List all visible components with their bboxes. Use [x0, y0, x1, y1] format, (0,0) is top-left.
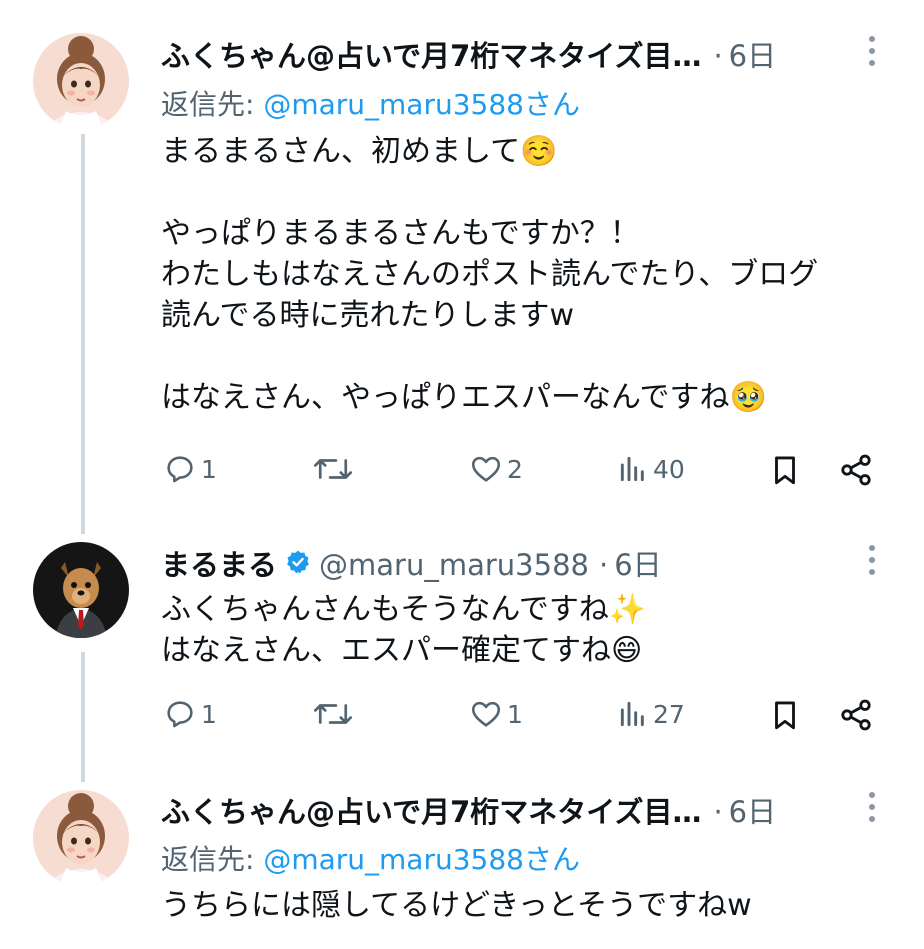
- text-line: まるまるさん、初めまして☺️: [161, 134, 558, 169]
- avatar-fukuchan-image: [33, 33, 129, 129]
- avatar-marumaru[interactable]: [33, 542, 129, 638]
- tweet-2-header: まるまる @maru_maru3588 · 6日: [161, 542, 662, 584]
- like-icon: [471, 456, 501, 482]
- repost-icon: [313, 459, 353, 479]
- avatar-marumaru-image: [33, 542, 129, 638]
- share-button[interactable]: [838, 697, 874, 733]
- avatar-fukuchan[interactable]: [33, 790, 129, 886]
- text-line: はなえさん、エスパー確定てすね😄: [161, 633, 643, 668]
- views-icon: [620, 456, 644, 482]
- reply-to-link[interactable]: @maru_maru3588さん: [263, 843, 580, 876]
- text-line: うちらには隠してるけどきっとそうですねw: [161, 888, 752, 923]
- separator-dot: ·: [713, 39, 723, 73]
- display-name[interactable]: ふくちゃん@占いで月7桁マネタイズ目…: [161, 33, 701, 75]
- verified-badge-icon: [287, 550, 309, 574]
- bookmark-button[interactable]: [768, 697, 802, 733]
- reply-prefix: 返信先:: [161, 88, 255, 121]
- like-icon: [471, 701, 501, 727]
- bookmark-icon: [775, 701, 795, 730]
- reply-icon: [167, 701, 193, 728]
- tweet-1-text: まるまるさん、初めまして☺️ やっぱりまるまるさんもですか？！ わたしもはなえさ…: [161, 131, 818, 418]
- views-button[interactable]: 27: [617, 697, 685, 731]
- reply-count: 1: [201, 454, 217, 484]
- views-count: 27: [653, 699, 685, 729]
- share-icon: [841, 699, 871, 731]
- timestamp[interactable]: 6日: [729, 789, 776, 831]
- replying-to: 返信先: @maru_maru3588さん: [161, 838, 580, 878]
- repost-button[interactable]: [313, 452, 353, 486]
- tweet-1-header: ふくちゃん@占いで月7桁マネタイズ目… · 6日: [161, 33, 776, 75]
- bookmark-button[interactable]: [768, 452, 802, 488]
- reply-prefix: 返信先:: [161, 843, 255, 876]
- avatar-fukuchan-image: [33, 790, 129, 886]
- share-button[interactable]: [838, 452, 874, 488]
- text-line: 読んでる時に売れたりしますw: [161, 298, 575, 333]
- timestamp[interactable]: 6日: [729, 33, 776, 75]
- tweet-1-actions: 1 2 40: [0, 452, 924, 492]
- repost-icon: [313, 704, 353, 724]
- like-count: 1: [507, 699, 523, 729]
- replying-to: 返信先: @maru_maru3588さん: [161, 83, 580, 123]
- display-name[interactable]: ふくちゃん@占いで月7桁マネタイズ目…: [161, 789, 701, 831]
- text-line: ふくちゃんさんもそうなんですね✨: [161, 592, 647, 627]
- like-button[interactable]: 1: [469, 697, 523, 731]
- views-button[interactable]: 40: [617, 452, 685, 486]
- more-vertical-icon[interactable]: [866, 792, 878, 822]
- reply-count: 1: [201, 699, 217, 729]
- display-name[interactable]: まるまる: [161, 542, 277, 584]
- share-icon: [841, 454, 871, 486]
- like-button[interactable]: 2: [469, 452, 523, 486]
- text-line: やっぱりまるまるさんもですか？！: [161, 216, 640, 251]
- tweet-2-text: ふくちゃんさんもそうなんですね✨ はなえさん、エスパー確定てすね😄: [161, 589, 646, 671]
- repost-button[interactable]: [313, 697, 353, 731]
- timestamp[interactable]: 6日: [614, 542, 661, 584]
- views-count: 40: [653, 454, 685, 484]
- text-line: わたしもはなえさんのポスト読んでたり、ブログ: [161, 257, 819, 292]
- separator-dot: ·: [598, 548, 609, 582]
- text-line: はなえさん、やっぱりエスパーなんですね🥹: [161, 380, 767, 415]
- user-handle[interactable]: @maru_maru3588: [319, 548, 589, 582]
- tweet-3-text: うちらには隠してるけどきっとそうですねw: [161, 885, 752, 926]
- avatar-fukuchan[interactable]: [33, 33, 129, 129]
- reply-icon: [167, 456, 193, 483]
- more-vertical-icon[interactable]: [866, 545, 878, 575]
- more-vertical-icon[interactable]: [866, 36, 878, 66]
- views-icon: [620, 701, 644, 727]
- like-count: 2: [507, 454, 523, 484]
- reply-to-link[interactable]: @maru_maru3588さん: [263, 88, 580, 121]
- tweet-2-actions: 1 1 27: [0, 697, 924, 737]
- bookmark-icon: [775, 456, 795, 485]
- tweet-3-header: ふくちゃん@占いで月7桁マネタイズ目… · 6日: [161, 789, 776, 831]
- reply-button[interactable]: 1: [163, 452, 217, 486]
- separator-dot: ·: [713, 795, 723, 829]
- reply-button[interactable]: 1: [163, 697, 217, 731]
